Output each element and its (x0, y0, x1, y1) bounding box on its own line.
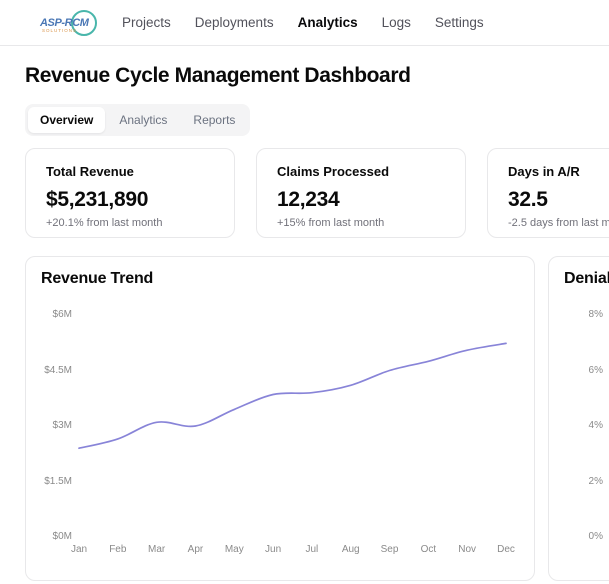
revenue-trend-card: Revenue Trend $0M$1.5M$3M$4.5M$6MJanFebM… (25, 256, 535, 581)
stat-value: 32.5 (508, 188, 609, 212)
stat-card-days-in-ar: Days in A/R 32.5 -2.5 days from last mon… (487, 148, 609, 238)
tab-analytics[interactable]: Analytics (107, 107, 179, 133)
view-tabs: Overview Analytics Reports (25, 104, 250, 136)
nav-item-logs[interactable]: Logs (382, 15, 411, 30)
denial-rate-chart: 0% 2% 4% 6% 8% (549, 257, 609, 580)
stat-card-claims-processed: Claims Processed 12,234 +15% from last m… (256, 148, 466, 238)
stat-label: Claims Processed (277, 164, 445, 179)
y-tick-label: 2% (549, 476, 603, 488)
stat-card-total-revenue: Total Revenue $5,231,890 +20.1% from las… (25, 148, 235, 238)
nav-links: Projects Deployments Analytics Logs Sett… (122, 15, 484, 30)
stat-value: $5,231,890 (46, 188, 214, 212)
nav-item-analytics[interactable]: Analytics (298, 15, 358, 30)
tab-overview[interactable]: Overview (28, 107, 105, 133)
top-navigation: ASP-RCM SOLUTIONS Projects Deployments A… (0, 0, 609, 46)
tab-reports[interactable]: Reports (181, 107, 247, 133)
denial-rate-card: Denial Rate 0%2%4%6%8% (548, 256, 609, 581)
nav-item-deployments[interactable]: Deployments (195, 15, 274, 30)
y-tick-label: 4% (549, 420, 603, 432)
nav-item-projects[interactable]: Projects (122, 15, 171, 30)
stat-change: +20.1% from last month (46, 217, 214, 229)
stat-change: -2.5 days from last month (508, 217, 609, 229)
main-content: Revenue Cycle Management Dashboard Overv… (0, 46, 609, 581)
y-tick-label: 0% (549, 531, 603, 543)
app-logo[interactable]: ASP-RCM SOLUTIONS (40, 5, 98, 41)
stat-change: +15% from last month (277, 217, 445, 229)
stat-label: Days in A/R (508, 164, 609, 179)
nav-item-settings[interactable]: Settings (435, 15, 484, 30)
charts-row: Revenue Trend $0M$1.5M$3M$4.5M$6MJanFebM… (25, 256, 584, 581)
revenue-trend-chart: $0M$1.5M$3M$4.5M$6MJanFebMarAprMayJunJul… (26, 257, 534, 580)
stat-label: Total Revenue (46, 164, 214, 179)
stat-value: 12,234 (277, 188, 445, 212)
page-title: Revenue Cycle Management Dashboard (25, 64, 584, 88)
revenue-line-series (26, 257, 535, 581)
stat-card-row: Total Revenue $5,231,890 +20.1% from las… (25, 148, 584, 238)
logo-subtext: SOLUTIONS (42, 28, 77, 33)
y-tick-label: 8% (549, 309, 603, 321)
y-tick-label: 6% (549, 365, 603, 377)
